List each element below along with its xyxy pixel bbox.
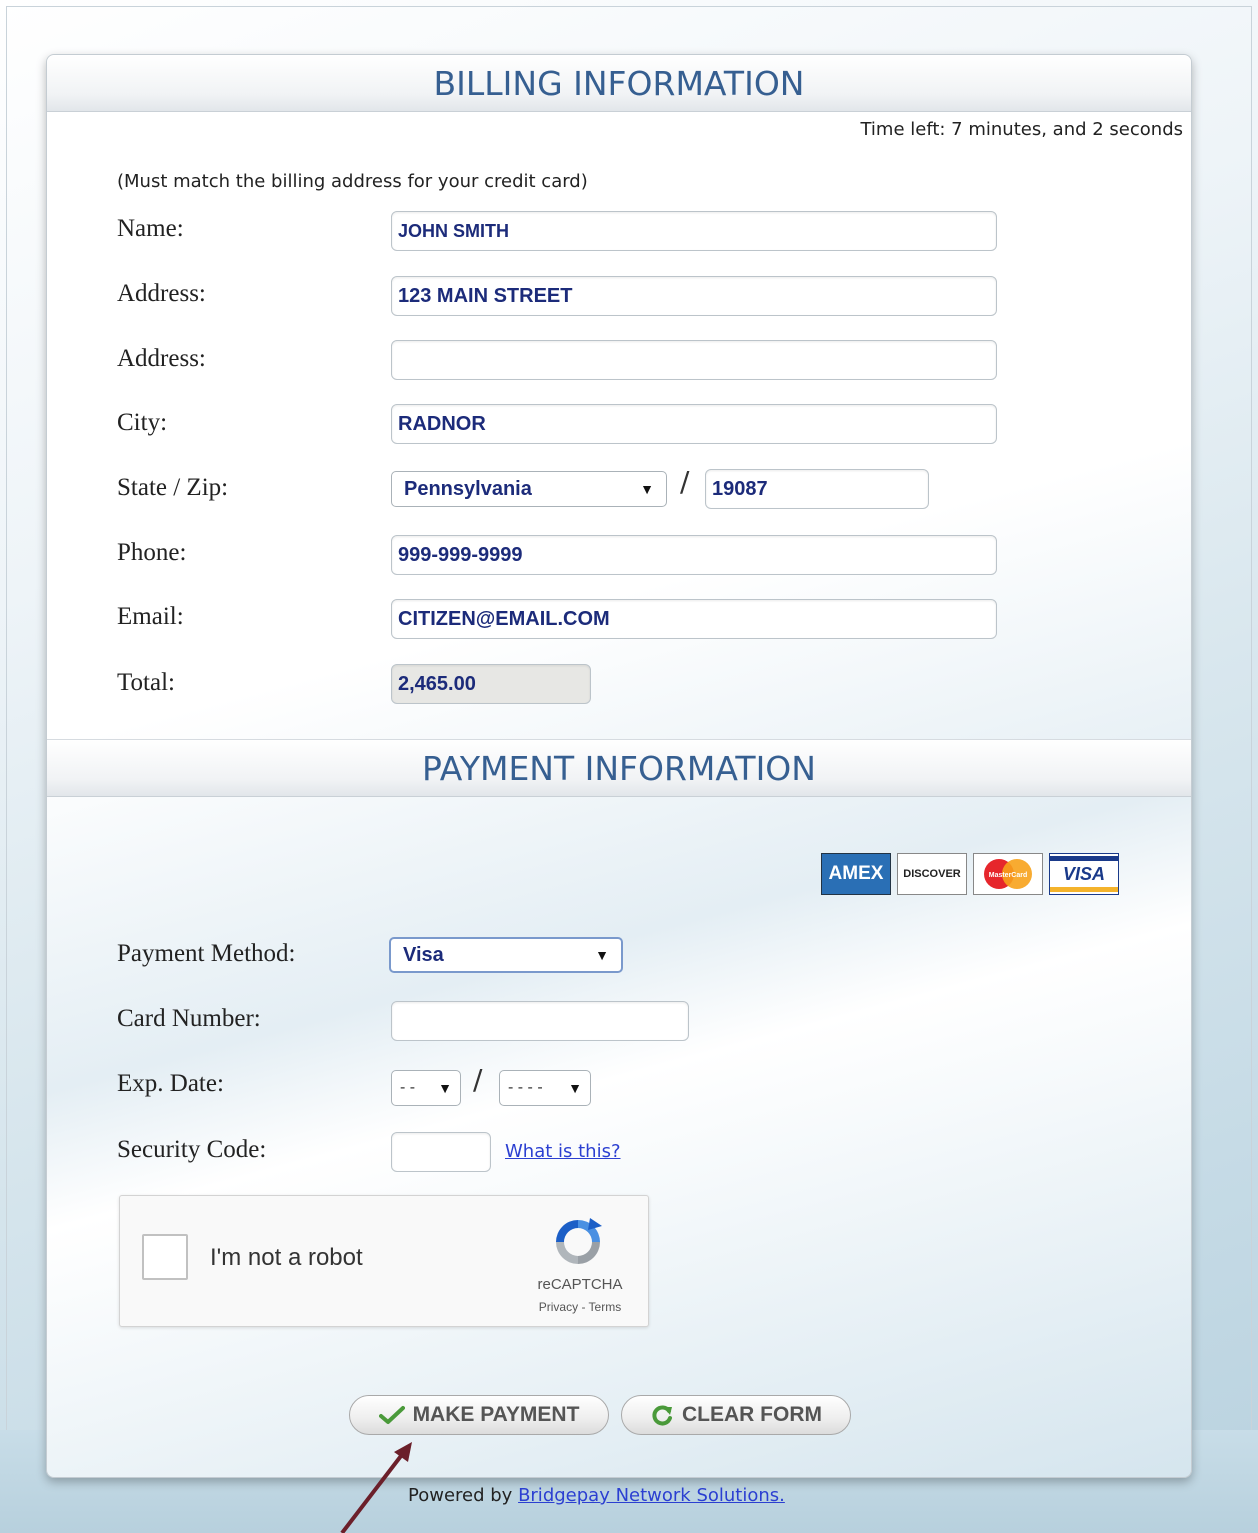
exp-date-label: Exp. Date: <box>117 1070 224 1097</box>
recaptcha-icon <box>556 1218 602 1264</box>
state-zip-label: State / Zip: <box>117 474 229 501</box>
payment-form-panel: BILLING INFORMATION Time left: 7 minutes… <box>46 54 1192 1478</box>
email-field[interactable]: CITIZEN@EMAIL.COM <box>391 599 997 639</box>
exp-month-value: - - <box>400 1079 416 1096</box>
card-number-field[interactable] <box>391 1001 689 1041</box>
make-payment-label: MAKE PAYMENT <box>412 1403 580 1426</box>
what-is-this-link[interactable]: What is this? <box>505 1141 621 1162</box>
svg-text:MasterCard: MasterCard <box>989 872 1028 879</box>
payment-method-label: Payment Method: <box>117 940 296 967</box>
exp-year-value: - - - - <box>508 1079 543 1096</box>
discover-card-icon: DISCOVER <box>897 853 967 895</box>
city-field[interactable]: RADNOR <box>391 404 997 444</box>
security-code-label: Security Code: <box>117 1136 267 1163</box>
phone-label: Phone: <box>117 539 187 566</box>
state-select[interactable]: Pennsylvania ▼ <box>391 471 667 507</box>
chevron-down-icon: ▼ <box>640 481 654 497</box>
billing-note: (Must match the billing address for your… <box>117 171 588 192</box>
billing-header: BILLING INFORMATION <box>47 55 1191 112</box>
clear-form-label: CLEAR FORM <box>682 1403 822 1426</box>
email-label: Email: <box>117 603 184 630</box>
chevron-down-icon: ▼ <box>595 947 609 963</box>
recaptcha-checkbox[interactable] <box>142 1234 188 1280</box>
payment-method-value: Visa <box>403 943 444 966</box>
accepted-cards: AMEX DISCOVER MasterCard VISA <box>821 853 1119 895</box>
exp-year-select[interactable]: - - - - ▼ <box>499 1070 591 1106</box>
bridgepay-link[interactable]: Bridgepay Network Solutions. <box>518 1485 785 1506</box>
phone-field[interactable]: 999-999-9999 <box>391 535 997 575</box>
amex-card-icon: AMEX <box>821 853 891 895</box>
recaptcha-widget: I'm not a robot reCAPTCHA Privacy - Term… <box>119 1195 649 1327</box>
address-label: Address: <box>117 280 206 307</box>
recaptcha-terms[interactable]: Privacy - Terms <box>520 1300 640 1314</box>
session-timer: Time left: 7 minutes, and 2 seconds <box>860 119 1183 140</box>
payment-method-select[interactable]: Visa ▼ <box>389 937 623 973</box>
name-field[interactable]: JOHN SMITH <box>391 211 997 251</box>
chevron-down-icon: ▼ <box>568 1080 582 1096</box>
state-zip-separator: / <box>680 465 690 498</box>
name-label: Name: <box>117 215 184 242</box>
recaptcha-label: I'm not a robot <box>210 1244 363 1271</box>
visa-card-text: VISA <box>1062 864 1105 884</box>
refresh-icon <box>652 1405 672 1426</box>
card-number-label: Card Number: <box>117 1005 261 1032</box>
mastercard-card-icon: MasterCard <box>973 853 1043 895</box>
zip-field[interactable]: 19087 <box>705 469 929 509</box>
total-field: 2,465.00 <box>391 664 591 704</box>
state-select-value: Pennsylvania <box>404 477 532 500</box>
security-code-field[interactable] <box>391 1132 491 1172</box>
address2-field[interactable] <box>391 340 997 380</box>
exp-month-select[interactable]: - - ▼ <box>391 1070 461 1106</box>
exp-date-separator: / <box>473 1063 483 1096</box>
footer-prefix: Powered by <box>408 1485 513 1506</box>
city-label: City: <box>117 409 168 436</box>
recaptcha-brand: reCAPTCHA <box>537 1276 623 1293</box>
total-label: Total: <box>117 669 175 696</box>
visa-card-icon: VISA <box>1049 853 1119 895</box>
footer: Powered by Bridgepay Network Solutions. <box>408 1485 785 1506</box>
address2-label: Address: <box>117 345 206 372</box>
make-payment-button[interactable]: MAKE PAYMENT <box>349 1395 609 1435</box>
clear-form-button[interactable]: CLEAR FORM <box>621 1395 851 1435</box>
checkmark-icon <box>378 1406 405 1424</box>
payment-header: PAYMENT INFORMATION <box>47 739 1191 797</box>
chevron-down-icon: ▼ <box>438 1080 452 1096</box>
address-field[interactable]: 123 MAIN STREET <box>391 276 997 316</box>
